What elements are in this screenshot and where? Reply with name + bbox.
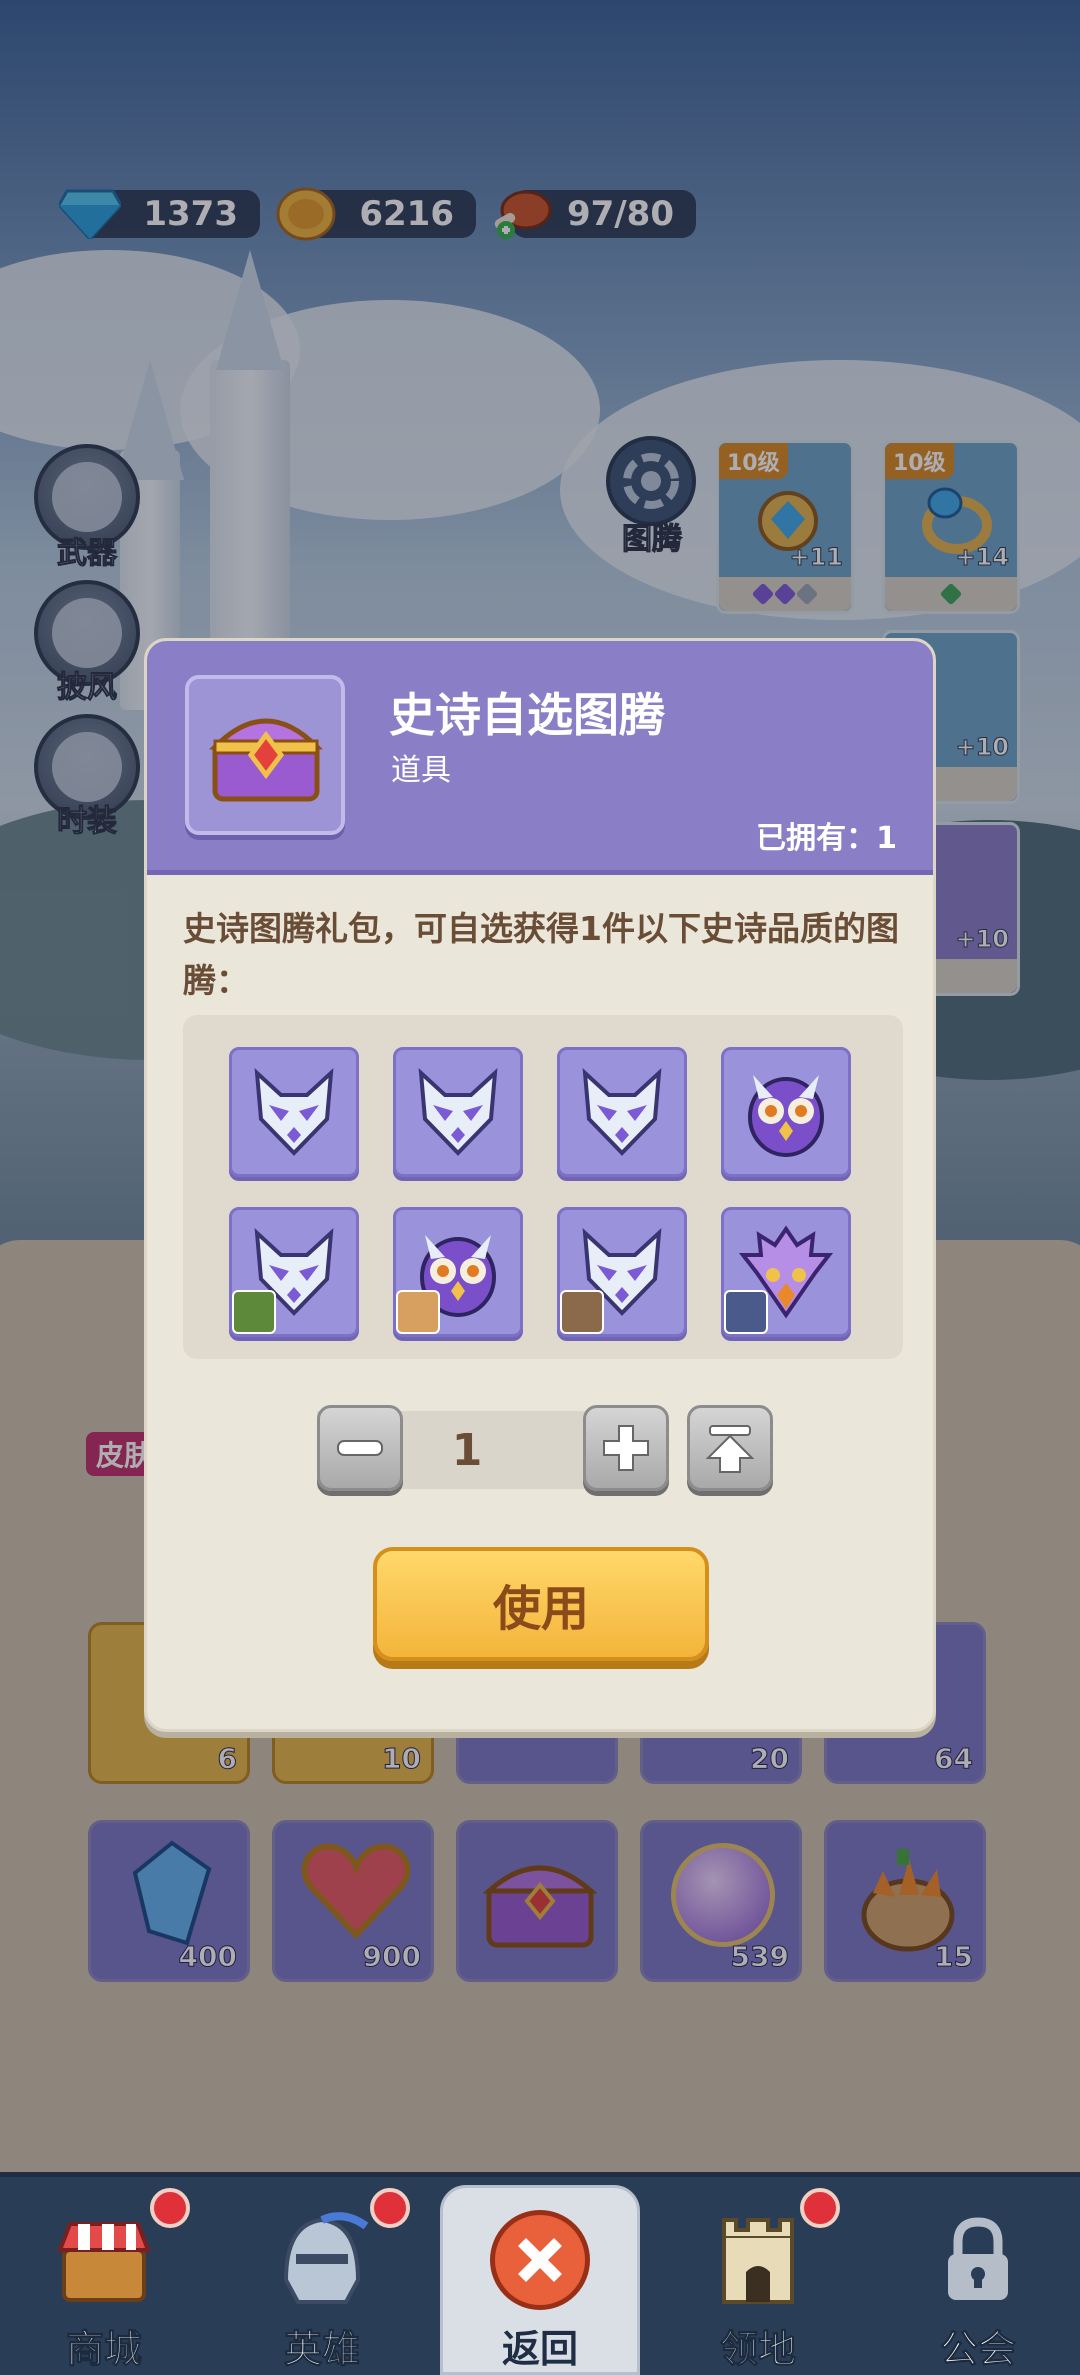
totem-option[interactable] xyxy=(393,1207,523,1337)
decrease-button[interactable] xyxy=(317,1405,403,1491)
dialog-header: 史诗自选图腾 道具 已拥有：1 xyxy=(147,641,933,875)
item-type: 道具 xyxy=(391,753,451,788)
notification-badge xyxy=(800,2188,840,2228)
treasure-chest-icon xyxy=(209,718,323,802)
item-icon xyxy=(185,675,345,835)
totem-option[interactable] xyxy=(393,1047,523,1177)
owned-value: 1 xyxy=(876,821,897,856)
lion-hero-avatar xyxy=(396,1290,440,1334)
fox-mask-icon xyxy=(418,1068,498,1156)
shop-icon xyxy=(57,2222,151,2302)
goblin-hero-avatar xyxy=(232,1290,276,1334)
plus-icon xyxy=(603,1425,649,1471)
nav-guild[interactable]: 公会 xyxy=(888,2190,1068,2375)
item-description: 史诗图腾礼包，可自选获得1件以下史诗品质的图腾： xyxy=(183,909,899,1000)
item-dialog: 史诗自选图腾 道具 已拥有：1 史诗图腾礼包，可自选获得1件以下史诗品质的图腾： xyxy=(144,638,936,1732)
max-button[interactable] xyxy=(687,1405,773,1491)
notification-badge xyxy=(370,2188,410,2228)
fox-mask-icon xyxy=(254,1068,334,1156)
owl-mask-icon xyxy=(748,1075,824,1157)
nav-shop-label: 商城 xyxy=(65,2327,142,2372)
totem-option[interactable] xyxy=(557,1047,687,1177)
nav-back[interactable]: 返回 xyxy=(450,2190,630,2375)
nav-back-label: 返回 xyxy=(501,2327,578,2371)
minus-icon xyxy=(337,1440,383,1456)
use-button[interactable]: 使用 xyxy=(373,1547,709,1661)
notification-badge xyxy=(150,2188,190,2228)
lock-icon xyxy=(948,2217,1008,2300)
fox-mask-icon xyxy=(582,1068,662,1156)
increase-button[interactable] xyxy=(583,1405,669,1491)
totem-option[interactable] xyxy=(721,1047,851,1177)
raccoon-hero-avatar xyxy=(560,1290,604,1334)
totem-option-grid xyxy=(183,1015,903,1359)
owned-label: 已拥有： xyxy=(756,821,877,856)
castle-icon xyxy=(722,2218,794,2304)
totem-option[interactable] xyxy=(229,1207,359,1337)
dialog-title: 史诗自选图腾 xyxy=(389,688,665,742)
totem-option[interactable] xyxy=(557,1207,687,1337)
totem-option[interactable] xyxy=(229,1047,359,1177)
warrior-hero-avatar xyxy=(724,1290,768,1334)
helmet-icon xyxy=(283,2212,369,2304)
totem-option[interactable] xyxy=(721,1207,851,1337)
nav-territory-label: 领地 xyxy=(719,2327,796,2372)
nav-heroes-label: 英雄 xyxy=(283,2327,360,2372)
owned-count: 已拥有：1 xyxy=(756,813,897,857)
close-icon xyxy=(490,2210,590,2310)
nav-guild-label: 公会 xyxy=(939,2327,1016,2372)
max-arrow-icon xyxy=(705,1425,755,1473)
